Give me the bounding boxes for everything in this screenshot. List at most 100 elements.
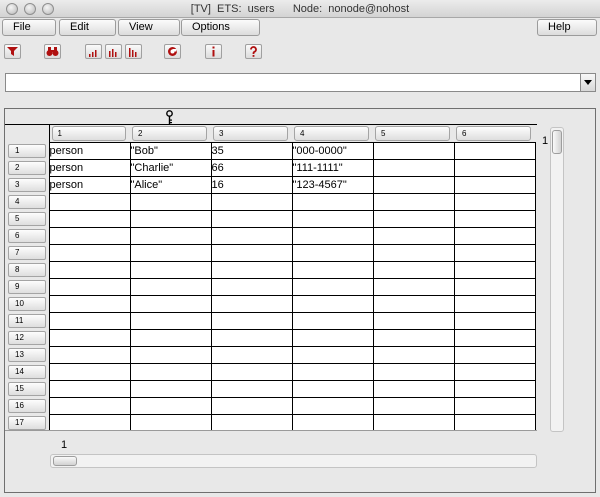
table-cell[interactable] bbox=[211, 329, 293, 347]
table-cell[interactable] bbox=[292, 346, 374, 364]
row-number-button[interactable]: 12 bbox=[8, 331, 46, 345]
key-search-input[interactable] bbox=[6, 74, 580, 91]
table-cell[interactable] bbox=[130, 278, 212, 296]
row-number-button[interactable]: 7 bbox=[8, 246, 46, 260]
table-cell[interactable] bbox=[454, 295, 536, 313]
table-cell[interactable] bbox=[373, 329, 455, 347]
table-cell[interactable] bbox=[454, 363, 536, 381]
zoom-window-button[interactable] bbox=[42, 3, 54, 15]
table-cell[interactable] bbox=[373, 397, 455, 415]
bar-chart-large-icon[interactable] bbox=[125, 44, 142, 59]
table-cell[interactable] bbox=[130, 312, 212, 330]
horizontal-scrollbar[interactable] bbox=[50, 454, 537, 468]
table-cell[interactable] bbox=[292, 329, 374, 347]
table-cell[interactable] bbox=[292, 414, 374, 430]
menu-view[interactable]: View bbox=[118, 19, 180, 36]
table-cell[interactable] bbox=[49, 278, 131, 296]
table-cell[interactable] bbox=[211, 414, 293, 430]
table-cell[interactable] bbox=[49, 210, 131, 228]
table-cell[interactable] bbox=[373, 210, 455, 228]
table-cell[interactable] bbox=[454, 261, 536, 279]
table-cell[interactable]: "Bob" bbox=[130, 142, 212, 160]
table-cell[interactable]: 66 bbox=[211, 159, 293, 177]
row-number-button[interactable]: 5 bbox=[8, 212, 46, 226]
table-cell[interactable] bbox=[454, 176, 536, 194]
table-cell[interactable] bbox=[49, 244, 131, 262]
table-cell[interactable] bbox=[454, 414, 536, 430]
table-cell[interactable] bbox=[130, 244, 212, 262]
row-number-button[interactable]: 17 bbox=[8, 416, 46, 430]
table-cell[interactable] bbox=[454, 329, 536, 347]
table-cell[interactable] bbox=[130, 295, 212, 313]
menu-edit[interactable]: Edit bbox=[59, 19, 116, 36]
table-cell[interactable] bbox=[211, 261, 293, 279]
table-cell[interactable] bbox=[211, 227, 293, 245]
table-cell[interactable] bbox=[292, 363, 374, 381]
table-cell[interactable] bbox=[211, 210, 293, 228]
table-cell[interactable] bbox=[373, 295, 455, 313]
menu-options[interactable]: Options bbox=[181, 19, 260, 36]
table-cell[interactable] bbox=[292, 312, 374, 330]
table-cell[interactable] bbox=[130, 414, 212, 430]
row-number-button[interactable]: 9 bbox=[8, 280, 46, 294]
table-cell[interactable] bbox=[373, 159, 455, 177]
table-cell[interactable] bbox=[454, 193, 536, 211]
column-header-button[interactable]: 5 bbox=[375, 126, 450, 141]
row-number-button[interactable]: 14 bbox=[8, 365, 46, 379]
row-number-button[interactable]: 11 bbox=[8, 314, 46, 328]
bar-chart-small-icon[interactable] bbox=[85, 44, 102, 59]
row-number-button[interactable]: 2 bbox=[8, 161, 46, 175]
table-cell[interactable] bbox=[130, 193, 212, 211]
table-cell[interactable] bbox=[373, 244, 455, 262]
row-number-button[interactable]: 1 bbox=[8, 144, 46, 158]
table-cell[interactable] bbox=[373, 176, 455, 194]
table-cell[interactable] bbox=[454, 346, 536, 364]
table-cell[interactable]: person bbox=[49, 159, 131, 177]
info-icon[interactable] bbox=[205, 44, 222, 59]
table-cell[interactable] bbox=[454, 312, 536, 330]
table-cell[interactable]: "123-4567" bbox=[292, 176, 374, 194]
vertical-scrollbar[interactable] bbox=[550, 127, 564, 432]
table-cell[interactable]: "111-1111" bbox=[292, 159, 374, 177]
table-cell[interactable] bbox=[454, 227, 536, 245]
vertical-scroll-thumb[interactable] bbox=[552, 130, 562, 154]
table-cell[interactable] bbox=[373, 227, 455, 245]
table-cell[interactable] bbox=[211, 380, 293, 398]
table-cell[interactable] bbox=[373, 278, 455, 296]
table-cell[interactable] bbox=[49, 295, 131, 313]
table-cell[interactable] bbox=[211, 244, 293, 262]
table-cell[interactable] bbox=[454, 142, 536, 160]
table-cell[interactable] bbox=[454, 210, 536, 228]
table-cell[interactable] bbox=[49, 380, 131, 398]
bar-chart-medium-icon[interactable] bbox=[105, 44, 122, 59]
table-cell[interactable] bbox=[373, 380, 455, 398]
table-cell[interactable] bbox=[49, 227, 131, 245]
table-cell[interactable] bbox=[292, 193, 374, 211]
table-cell[interactable] bbox=[373, 346, 455, 364]
table-cell[interactable] bbox=[211, 363, 293, 381]
row-number-button[interactable]: 6 bbox=[8, 229, 46, 243]
table-cell[interactable] bbox=[49, 261, 131, 279]
table-cell[interactable] bbox=[49, 363, 131, 381]
table-cell[interactable]: person bbox=[49, 142, 131, 160]
table-cell[interactable] bbox=[211, 312, 293, 330]
table-cell[interactable] bbox=[130, 329, 212, 347]
row-number-button[interactable]: 15 bbox=[8, 382, 46, 396]
key-search-combobox[interactable] bbox=[5, 73, 596, 92]
table-cell[interactable] bbox=[130, 380, 212, 398]
row-number-button[interactable]: 10 bbox=[8, 297, 46, 311]
table-cell[interactable] bbox=[454, 278, 536, 296]
table-cell[interactable] bbox=[49, 346, 131, 364]
column-header-button[interactable]: 1 bbox=[51, 126, 126, 141]
table-cell[interactable]: "000-0000" bbox=[292, 142, 374, 160]
minimize-window-button[interactable] bbox=[24, 3, 36, 15]
data-grid[interactable]: 123456 1 person "Bob" 35 "000-0000" 2 person "C… bbox=[5, 125, 537, 431]
menu-help[interactable]: Help bbox=[537, 19, 597, 36]
table-cell[interactable] bbox=[373, 312, 455, 330]
refresh-icon[interactable] bbox=[164, 44, 181, 59]
table-cell[interactable] bbox=[211, 397, 293, 415]
table-cell[interactable] bbox=[130, 261, 212, 279]
table-cell[interactable] bbox=[49, 397, 131, 415]
table-cell[interactable] bbox=[130, 227, 212, 245]
table-cell[interactable] bbox=[211, 346, 293, 364]
